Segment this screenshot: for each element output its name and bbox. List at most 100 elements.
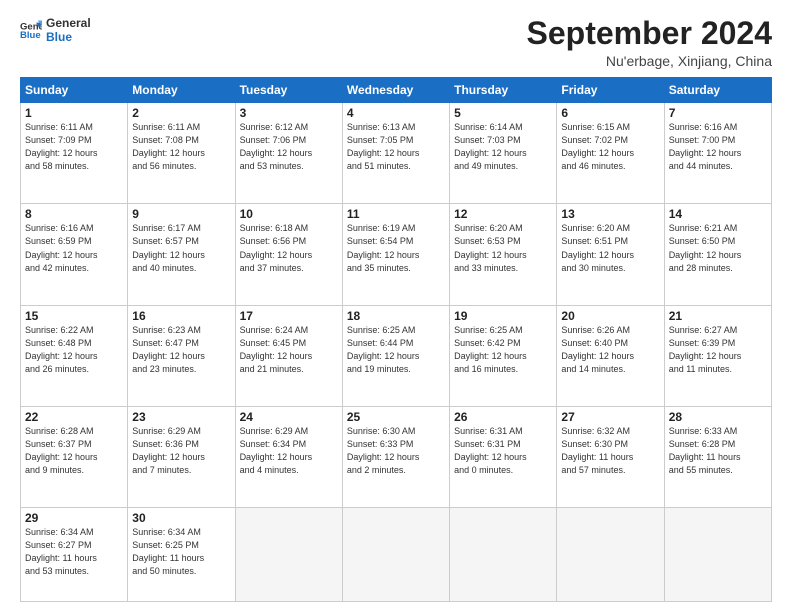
day-number: 6 xyxy=(561,106,659,120)
day-number: 5 xyxy=(454,106,552,120)
calendar-cell: 22Sunrise: 6:28 AM Sunset: 6:37 PM Dayli… xyxy=(21,406,128,507)
day-info: Sunrise: 6:20 AM Sunset: 6:51 PM Dayligh… xyxy=(561,222,659,274)
calendar-cell: 3Sunrise: 6:12 AM Sunset: 7:06 PM Daylig… xyxy=(235,103,342,204)
col-saturday: Saturday xyxy=(664,78,771,103)
day-number: 2 xyxy=(132,106,230,120)
col-monday: Monday xyxy=(128,78,235,103)
day-number: 4 xyxy=(347,106,445,120)
calendar-cell: 7Sunrise: 6:16 AM Sunset: 7:00 PM Daylig… xyxy=(664,103,771,204)
day-info: Sunrise: 6:19 AM Sunset: 6:54 PM Dayligh… xyxy=(347,222,445,274)
day-info: Sunrise: 6:34 AM Sunset: 6:25 PM Dayligh… xyxy=(132,526,230,578)
day-info: Sunrise: 6:22 AM Sunset: 6:48 PM Dayligh… xyxy=(25,324,123,376)
calendar-cell: 16Sunrise: 6:23 AM Sunset: 6:47 PM Dayli… xyxy=(128,305,235,406)
calendar-cell: 9Sunrise: 6:17 AM Sunset: 6:57 PM Daylig… xyxy=(128,204,235,305)
day-info: Sunrise: 6:16 AM Sunset: 7:00 PM Dayligh… xyxy=(669,121,767,173)
calendar-cell: 1Sunrise: 6:11 AM Sunset: 7:09 PM Daylig… xyxy=(21,103,128,204)
calendar-cell: 5Sunrise: 6:14 AM Sunset: 7:03 PM Daylig… xyxy=(450,103,557,204)
header: General Blue General Blue September 2024… xyxy=(20,16,772,69)
location: Nu'erbage, Xinjiang, China xyxy=(527,53,772,69)
day-number: 9 xyxy=(132,207,230,221)
col-wednesday: Wednesday xyxy=(342,78,449,103)
calendar-week-1: 1Sunrise: 6:11 AM Sunset: 7:09 PM Daylig… xyxy=(21,103,772,204)
calendar-week-2: 8Sunrise: 6:16 AM Sunset: 6:59 PM Daylig… xyxy=(21,204,772,305)
day-number: 11 xyxy=(347,207,445,221)
day-info: Sunrise: 6:17 AM Sunset: 6:57 PM Dayligh… xyxy=(132,222,230,274)
day-number: 25 xyxy=(347,410,445,424)
calendar-cell: 21Sunrise: 6:27 AM Sunset: 6:39 PM Dayli… xyxy=(664,305,771,406)
day-number: 19 xyxy=(454,309,552,323)
calendar-cell: 15Sunrise: 6:22 AM Sunset: 6:48 PM Dayli… xyxy=(21,305,128,406)
day-info: Sunrise: 6:18 AM Sunset: 6:56 PM Dayligh… xyxy=(240,222,338,274)
day-info: Sunrise: 6:11 AM Sunset: 7:08 PM Dayligh… xyxy=(132,121,230,173)
day-info: Sunrise: 6:23 AM Sunset: 6:47 PM Dayligh… xyxy=(132,324,230,376)
page: General Blue General Blue September 2024… xyxy=(0,0,792,612)
day-info: Sunrise: 6:28 AM Sunset: 6:37 PM Dayligh… xyxy=(25,425,123,477)
day-number: 27 xyxy=(561,410,659,424)
day-info: Sunrise: 6:27 AM Sunset: 6:39 PM Dayligh… xyxy=(669,324,767,376)
calendar-body: 1Sunrise: 6:11 AM Sunset: 7:09 PM Daylig… xyxy=(21,103,772,602)
day-number: 22 xyxy=(25,410,123,424)
day-number: 28 xyxy=(669,410,767,424)
calendar-cell: 14Sunrise: 6:21 AM Sunset: 6:50 PM Dayli… xyxy=(664,204,771,305)
day-info: Sunrise: 6:15 AM Sunset: 7:02 PM Dayligh… xyxy=(561,121,659,173)
logo-line1: General xyxy=(46,16,91,30)
title-block: September 2024 Nu'erbage, Xinjiang, Chin… xyxy=(527,16,772,69)
day-info: Sunrise: 6:31 AM Sunset: 6:31 PM Dayligh… xyxy=(454,425,552,477)
month-title: September 2024 xyxy=(527,16,772,51)
day-number: 15 xyxy=(25,309,123,323)
day-number: 10 xyxy=(240,207,338,221)
calendar-cell xyxy=(342,508,449,602)
calendar-week-5: 29Sunrise: 6:34 AM Sunset: 6:27 PM Dayli… xyxy=(21,508,772,602)
day-info: Sunrise: 6:29 AM Sunset: 6:34 PM Dayligh… xyxy=(240,425,338,477)
calendar-cell: 6Sunrise: 6:15 AM Sunset: 7:02 PM Daylig… xyxy=(557,103,664,204)
calendar-cell: 20Sunrise: 6:26 AM Sunset: 6:40 PM Dayli… xyxy=(557,305,664,406)
day-info: Sunrise: 6:13 AM Sunset: 7:05 PM Dayligh… xyxy=(347,121,445,173)
day-info: Sunrise: 6:30 AM Sunset: 6:33 PM Dayligh… xyxy=(347,425,445,477)
calendar-cell: 19Sunrise: 6:25 AM Sunset: 6:42 PM Dayli… xyxy=(450,305,557,406)
calendar-week-3: 15Sunrise: 6:22 AM Sunset: 6:48 PM Dayli… xyxy=(21,305,772,406)
logo-line2: Blue xyxy=(46,30,91,44)
calendar-cell: 10Sunrise: 6:18 AM Sunset: 6:56 PM Dayli… xyxy=(235,204,342,305)
day-number: 14 xyxy=(669,207,767,221)
day-number: 12 xyxy=(454,207,552,221)
day-info: Sunrise: 6:25 AM Sunset: 6:42 PM Dayligh… xyxy=(454,324,552,376)
day-info: Sunrise: 6:12 AM Sunset: 7:06 PM Dayligh… xyxy=(240,121,338,173)
day-number: 18 xyxy=(347,309,445,323)
calendar-cell: 18Sunrise: 6:25 AM Sunset: 6:44 PM Dayli… xyxy=(342,305,449,406)
day-info: Sunrise: 6:24 AM Sunset: 6:45 PM Dayligh… xyxy=(240,324,338,376)
day-number: 1 xyxy=(25,106,123,120)
day-info: Sunrise: 6:20 AM Sunset: 6:53 PM Dayligh… xyxy=(454,222,552,274)
day-info: Sunrise: 6:33 AM Sunset: 6:28 PM Dayligh… xyxy=(669,425,767,477)
day-number: 7 xyxy=(669,106,767,120)
day-number: 23 xyxy=(132,410,230,424)
col-tuesday: Tuesday xyxy=(235,78,342,103)
day-info: Sunrise: 6:29 AM Sunset: 6:36 PM Dayligh… xyxy=(132,425,230,477)
day-number: 24 xyxy=(240,410,338,424)
calendar-cell: 30Sunrise: 6:34 AM Sunset: 6:25 PM Dayli… xyxy=(128,508,235,602)
calendar-cell: 13Sunrise: 6:20 AM Sunset: 6:51 PM Dayli… xyxy=(557,204,664,305)
day-info: Sunrise: 6:32 AM Sunset: 6:30 PM Dayligh… xyxy=(561,425,659,477)
calendar-cell: 4Sunrise: 6:13 AM Sunset: 7:05 PM Daylig… xyxy=(342,103,449,204)
day-number: 29 xyxy=(25,511,123,525)
day-info: Sunrise: 6:26 AM Sunset: 6:40 PM Dayligh… xyxy=(561,324,659,376)
day-number: 20 xyxy=(561,309,659,323)
calendar-cell: 28Sunrise: 6:33 AM Sunset: 6:28 PM Dayli… xyxy=(664,406,771,507)
day-number: 26 xyxy=(454,410,552,424)
logo: General Blue General Blue xyxy=(20,16,91,44)
day-info: Sunrise: 6:21 AM Sunset: 6:50 PM Dayligh… xyxy=(669,222,767,274)
calendar-cell: 29Sunrise: 6:34 AM Sunset: 6:27 PM Dayli… xyxy=(21,508,128,602)
calendar-cell: 27Sunrise: 6:32 AM Sunset: 6:30 PM Dayli… xyxy=(557,406,664,507)
svg-text:Blue: Blue xyxy=(20,30,41,41)
calendar-cell: 8Sunrise: 6:16 AM Sunset: 6:59 PM Daylig… xyxy=(21,204,128,305)
col-friday: Friday xyxy=(557,78,664,103)
day-info: Sunrise: 6:25 AM Sunset: 6:44 PM Dayligh… xyxy=(347,324,445,376)
day-info: Sunrise: 6:34 AM Sunset: 6:27 PM Dayligh… xyxy=(25,526,123,578)
day-info: Sunrise: 6:14 AM Sunset: 7:03 PM Dayligh… xyxy=(454,121,552,173)
day-info: Sunrise: 6:16 AM Sunset: 6:59 PM Dayligh… xyxy=(25,222,123,274)
calendar-cell: 17Sunrise: 6:24 AM Sunset: 6:45 PM Dayli… xyxy=(235,305,342,406)
calendar-cell: 11Sunrise: 6:19 AM Sunset: 6:54 PM Dayli… xyxy=(342,204,449,305)
calendar: Sunday Monday Tuesday Wednesday Thursday… xyxy=(20,77,772,602)
calendar-cell: 26Sunrise: 6:31 AM Sunset: 6:31 PM Dayli… xyxy=(450,406,557,507)
calendar-cell: 23Sunrise: 6:29 AM Sunset: 6:36 PM Dayli… xyxy=(128,406,235,507)
day-info: Sunrise: 6:11 AM Sunset: 7:09 PM Dayligh… xyxy=(25,121,123,173)
